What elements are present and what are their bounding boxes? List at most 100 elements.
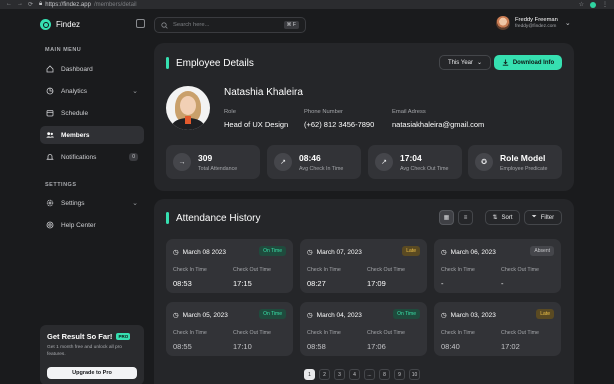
record-date: ◷ March 07, 2023 [307,248,362,257]
role-label: Role [224,109,236,115]
pro-badge: PRO [116,333,131,340]
bell-icon [46,153,54,161]
promo-description: Get 1 month free and unlock all pro feat… [47,345,122,357]
notification-count-badge: 0 [129,153,138,161]
filter-label: Filter [540,214,555,221]
page-button[interactable]: 4 [349,369,360,380]
sidebar-item-members[interactable]: Members [40,126,144,144]
download-info-button[interactable]: Download Info [494,55,562,70]
upgrade-promo: Get Result So Far! PRO Get 1 month free … [40,325,144,384]
chart-icon [46,87,54,95]
chevron-down-icon: ⌄ [132,88,138,95]
sidebar-item-label: Schedule [61,109,89,117]
accent-bar [166,57,169,69]
chevron-down-icon: ⌄ [564,20,571,27]
star-icon[interactable]: ☆ [579,1,584,8]
search-shortcut: ⌘ F [283,21,299,29]
sidebar-item-analytics[interactable]: Analytics ⌄ [40,82,144,100]
attendance-record-card[interactable]: ◷ March 03, 2023 Late Check In Time Check Ou… [434,302,561,356]
status-badge: Absent [530,246,554,256]
check-out-label: Check Out Time [367,330,405,336]
page-button[interactable]: ... [364,369,375,380]
back-icon[interactable]: ← [6,1,12,8]
sidebar-item-settings[interactable]: Settings ⌄ [40,194,144,212]
clock-icon: ◷ [441,312,447,319]
section-title: Attendance History [176,212,261,224]
url-host: https://findez.app [45,1,91,8]
user-email: freddy@findez.com [515,24,557,30]
page-button[interactable]: 3 [334,369,345,380]
search-input[interactable]: Search here... ⌘ F [154,17,306,33]
page-button[interactable]: 9 [394,369,405,380]
user-menu[interactable]: Freddy Freeman freddy@findez.com ⌄ [496,16,571,30]
check-in-value: 08:53 [173,279,192,288]
brand[interactable]: Findez [40,19,80,30]
page-button[interactable]: 1 [304,369,315,380]
employee-name: Natashia Khaleira [224,87,303,98]
url-path: /members/detail [93,1,137,8]
attendance-record-card[interactable]: ◷ March 05, 2023 On Time Check In Time Check… [166,302,293,356]
list-icon: ≡ [463,214,468,221]
forward-icon[interactable]: → [17,1,23,8]
period-value: This Year [447,59,473,66]
clock-icon: ◷ [173,312,179,319]
extension-icon[interactable] [590,1,596,8]
status-badge: On Time [393,309,420,319]
page-button[interactable]: 10 [409,369,420,380]
status-badge: On Time [259,309,286,319]
check-in-label: Check In Time [441,267,475,273]
filter-button[interactable]: ⏷ Filter [524,210,562,225]
period-select[interactable]: This Year ⌄ [439,55,491,70]
list-view-toggle[interactable]: ≡ [458,210,473,225]
sidebar-item-dashboard[interactable]: Dashboard [40,60,144,78]
stat-value: 17:04 [400,152,422,163]
attendance-record-card[interactable]: ◷ March 04, 2023 On Time Check In Time Check… [300,302,427,356]
settings-title: SETTINGS [45,182,77,188]
check-in-label: Check In Time [441,330,475,336]
main-menu-title: MAIN MENU [45,47,82,53]
check-out-label: Check Out Time [501,330,539,336]
check-out-label: Check Out Time [367,267,405,273]
attendance-record-card[interactable]: ◷ March 08 2023 On Time Check In Time Check … [166,239,293,293]
grid-icon: ▦ [443,215,450,221]
record-date: ◷ March 06, 2023 [441,248,496,257]
clock-icon: ◷ [173,249,179,256]
grid-view-toggle[interactable]: ▦ [439,210,454,225]
page-button[interactable]: 2 [319,369,330,380]
check-in-label: Check In Time [173,267,207,273]
sidebar-item-notifications[interactable]: Notifications 0 [40,148,144,166]
check-out-value: 17:15 [233,279,252,288]
address-bar[interactable]: 🔒︎ https://findez.app/members/detail [39,1,137,8]
stat-label: Avg Check Out Time [400,165,449,172]
attendance-record-card[interactable]: ◷ March 06, 2023 Absent Check In Time Check … [434,239,561,293]
reload-icon[interactable]: ⟳ [28,1,33,8]
check-out-label: Check Out Time [501,267,539,273]
chevron-down-icon: ⌄ [477,60,483,66]
check-in-label: Check In Time [307,330,341,336]
attendance-header: Attendance History [166,212,261,224]
attendance-record-card[interactable]: ◷ March 07, 2023 Late Check In Time Check Ou… [300,239,427,293]
check-out-label: Check Out Time [233,267,271,273]
record-date-text: March 04, 2023 [316,311,362,319]
sidebar-item-label: Help Center [61,221,96,229]
sort-button[interactable]: ⇅ Sort [485,210,520,225]
stat-value: Role Model [500,152,546,163]
download-icon [502,59,509,66]
sidebar-collapse-icon[interactable] [136,19,145,28]
check-out-value: 17:10 [233,342,252,351]
sidebar-item-schedule[interactable]: Schedule [40,104,144,122]
sidebar-item-label: Members [61,131,90,139]
stat-employee-predicate: ✪ Role Model Employee Predicate [468,145,562,179]
page-button[interactable]: 8 [379,369,390,380]
email-value: natasiakhaleira@gmail.com [392,120,485,129]
kebab-menu-icon[interactable]: ⋮ [602,1,608,8]
status-badge: On Time [259,246,286,256]
stat-value: 08:46 [299,152,321,163]
help-icon [46,221,54,229]
sidebar-item-help-center[interactable]: Help Center [40,216,144,234]
upgrade-button[interactable]: Upgrade to Pro [47,366,137,379]
phone-field: Phone Number (+62) 812 3456-7890 [304,109,374,129]
clock-icon: ◷ [307,312,313,319]
status-badge: Late [402,246,420,256]
record-date: ◷ March 04, 2023 [307,311,362,320]
